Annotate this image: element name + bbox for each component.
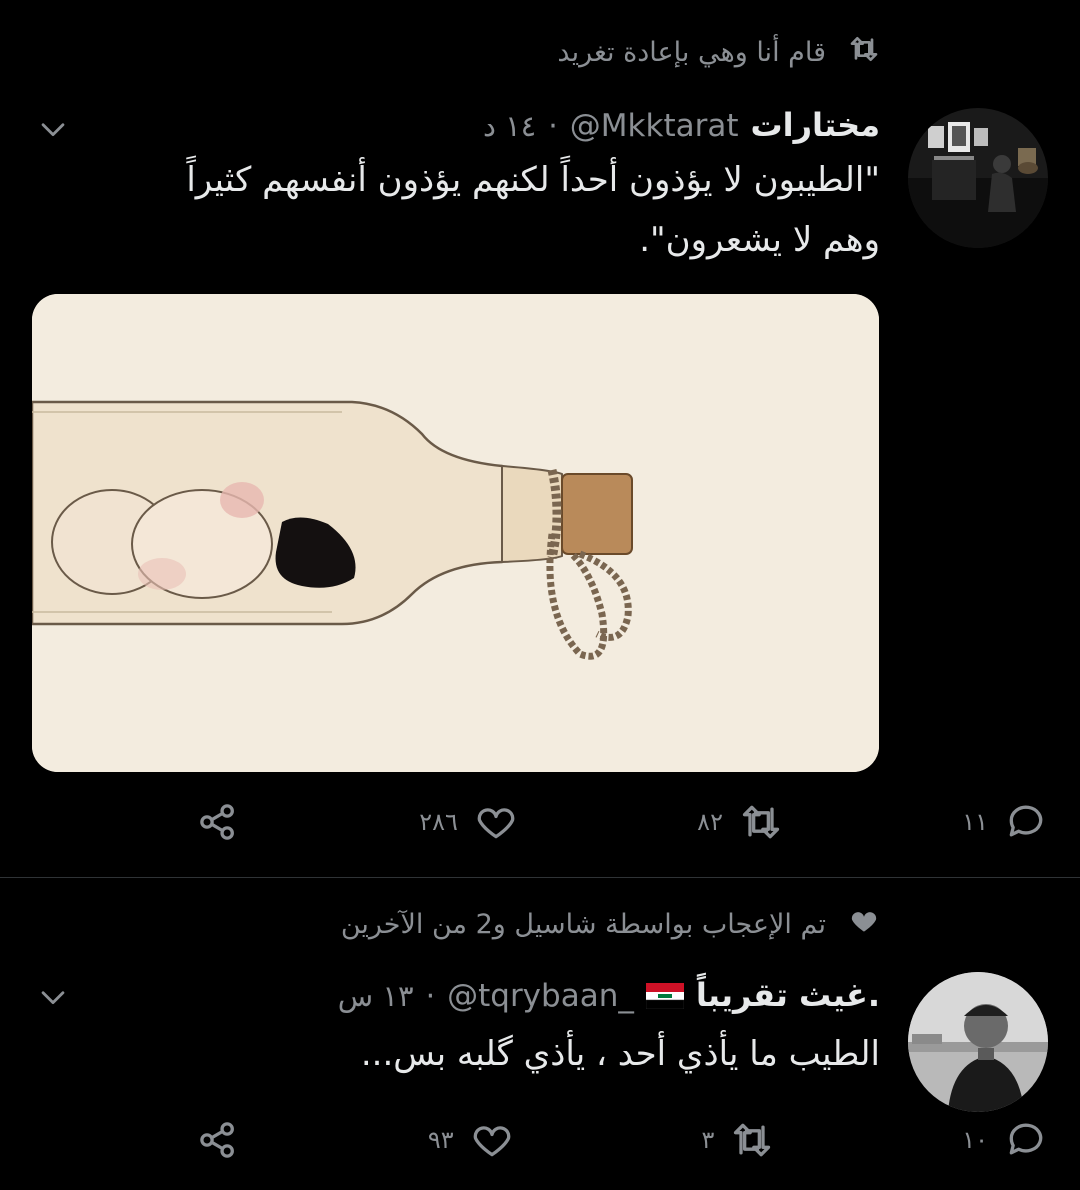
heart-filled-icon: [848, 905, 880, 944]
retweet-icon: [742, 805, 780, 839]
avatar-photo: [908, 108, 1048, 248]
heart-icon: [477, 808, 515, 839]
author-name[interactable]: غيث تقريباً.: [696, 976, 880, 1014]
like-context: تم الإعجاب بواسطة شاسيل و2 من الآخرين: [341, 902, 880, 946]
retweet-button[interactable]: ٨٢: [697, 800, 783, 844]
like-button[interactable]: ٢٨٦: [419, 800, 518, 844]
reply-count: ١٠: [962, 1126, 988, 1154]
like-count: ٩٣: [427, 1126, 454, 1154]
tweet-header: غيث تقريباً. @tqrybaan_ · ١٣ س: [338, 976, 880, 1014]
heart-icon: [473, 1126, 510, 1157]
tweet-text-line: "الطيبون لا يؤذون أحداً لكنهم يؤذون أنفس…: [186, 160, 880, 200]
reply-button[interactable]: ١٠: [962, 1118, 1048, 1162]
tweet-text-line: وهم لا يشعرون".: [639, 220, 880, 260]
share-icon: [200, 804, 234, 840]
timestamp[interactable]: ١٣ س: [338, 979, 414, 1013]
tweet-header: مختارات @Mkktarat · ١٤ د: [483, 106, 880, 144]
avatar[interactable]: [908, 972, 1048, 1112]
like-context-text: تم الإعجاب بواسطة شاسيل و2 من الآخرين: [340, 908, 826, 940]
tweet-media[interactable]: [32, 294, 879, 772]
reply-count: ١١: [962, 808, 988, 836]
retweet-context-text: قام أنا وهي بإعادة تغريد: [557, 36, 826, 68]
retweet-icon: [848, 33, 880, 72]
retweet-count: ٨٢: [697, 808, 723, 836]
more-options-button[interactable]: [36, 980, 70, 1018]
tweet-actions: ١١ ٨٢ ٢٨٦: [200, 800, 1048, 844]
more-options-button[interactable]: [36, 112, 70, 150]
share-button[interactable]: [196, 800, 240, 844]
tweet-text: "الطيبون لا يؤذون أحداً لكنهم يؤذون أنفس…: [60, 150, 880, 270]
separator-dot: ·: [425, 979, 436, 1014]
reply-icon: [1009, 805, 1043, 837]
like-button[interactable]: ٩٣: [428, 1118, 514, 1162]
author-handle[interactable]: @tqrybaan_: [447, 978, 634, 1014]
avatar-photo: [908, 972, 1048, 1112]
chevron-down-icon: [41, 123, 65, 137]
reply-button[interactable]: ١١: [962, 800, 1048, 844]
share-button[interactable]: [196, 1118, 240, 1162]
tweet-divider: [0, 877, 1080, 878]
separator-dot: ·: [548, 109, 558, 144]
iraq-flag-icon: [645, 980, 685, 1013]
author-handle[interactable]: @Mkktarat: [570, 108, 739, 144]
share-icon: [200, 1122, 234, 1158]
chevron-down-icon: [41, 991, 65, 1005]
like-count: ٢٨٦: [419, 808, 458, 836]
media-illustration: [32, 294, 879, 772]
retweet-count: ٣: [701, 1126, 715, 1154]
retweet-button[interactable]: ٣: [701, 1118, 774, 1162]
tweet-text-line: الطيب ما يأذي أحد ، يأذي گلبه بس...: [360, 1034, 880, 1074]
retweet-icon: [734, 1123, 771, 1157]
tweet-text: الطيب ما يأذي أحد ، يأذي گلبه بس...: [60, 1024, 880, 1084]
retweet-context: قام أنا وهي بإعادة تغريد: [557, 30, 880, 74]
avatar[interactable]: [908, 108, 1048, 248]
reply-icon: [1009, 1123, 1043, 1155]
timestamp[interactable]: ١٤ د: [483, 109, 536, 143]
author-name[interactable]: مختارات: [751, 106, 881, 144]
tweet-actions: ١٠ ٣ ٩٣: [200, 1118, 1048, 1162]
